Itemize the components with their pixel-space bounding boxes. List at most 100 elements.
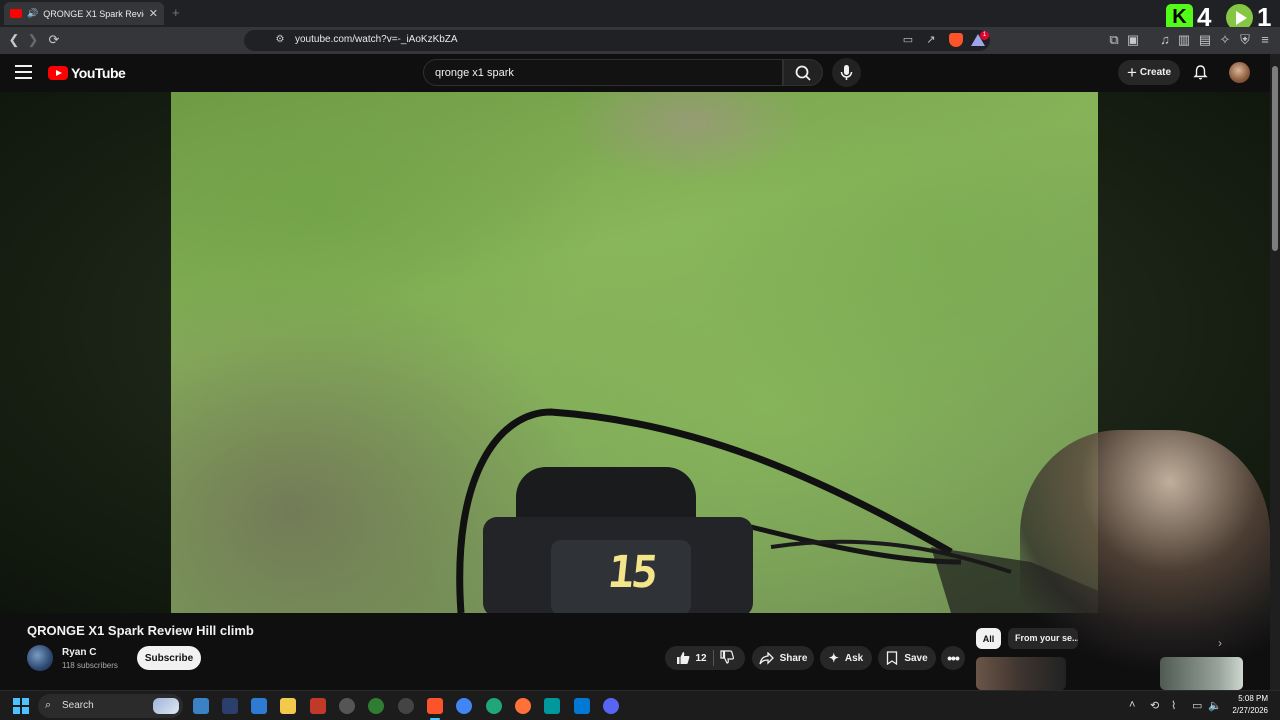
youtube-logo-text: YouTube: [71, 65, 126, 81]
edge-icon[interactable]: [486, 698, 502, 714]
youtube-header: YouTube qronge x1 spark + Create: [0, 54, 1270, 92]
notifications-bell-icon[interactable]: [1192, 64, 1209, 81]
guide-menu-icon[interactable]: [15, 65, 32, 79]
screenshot-icon[interactable]: ▣: [1125, 32, 1141, 48]
youtube-play-icon: [48, 66, 68, 80]
site-settings-icon[interactable]: ⚙: [272, 32, 288, 48]
bookmark-save-icon: [887, 651, 898, 665]
discord-icon[interactable]: [603, 698, 619, 714]
extensions-icon[interactable]: ⧉: [1106, 32, 1122, 48]
recommended-video-thumbnail-2[interactable]: [1160, 657, 1243, 690]
browser-toolbar: ❮ ❯ ⟳ ⊓ ⚙ youtube.com/watch?v=-_iAoKzKbZ…: [0, 27, 1280, 54]
brave-shields-icon[interactable]: [949, 33, 963, 47]
chrome-icon[interactable]: [456, 698, 472, 714]
address-bar[interactable]: ⚙ youtube.com/watch?v=-_iAoKzKbZA ▭ ↗ 1: [244, 30, 990, 51]
share-button[interactable]: Share: [752, 646, 814, 670]
voice-search-button[interactable]: [832, 58, 861, 87]
tray-display-icon[interactable]: ▭: [1192, 699, 1202, 712]
dislike-button[interactable]: [719, 649, 734, 667]
search-button[interactable]: [783, 59, 823, 86]
task-manager-icon[interactable]: [193, 698, 209, 714]
sparkle-icon: ✦: [828, 651, 839, 665]
remote-app-icon[interactable]: [251, 698, 267, 714]
taskbar-search-box[interactable]: ⌕ Search: [38, 694, 183, 718]
windows-taskbar: ⌕ Search ˄ ⟲ ⌇ ▭ 🔈 5:08 PM 2/27/2026: [0, 690, 1280, 720]
webcam-overlay: [1020, 430, 1270, 690]
wallet-icon[interactable]: ▤: [1197, 32, 1213, 48]
forward-icon[interactable]: ❯: [25, 32, 41, 48]
tray-sync-icon[interactable]: ⟲: [1150, 699, 1159, 712]
vscode-icon[interactable]: [574, 698, 590, 714]
like-dislike-group: 12: [665, 646, 745, 670]
video-editor-icon[interactable]: [310, 698, 326, 714]
chip-next-arrow-icon[interactable]: ›: [1218, 636, 1222, 650]
tray-overflow-icon[interactable]: ˄: [1129, 699, 1135, 711]
create-label: Create: [1139, 67, 1172, 78]
chip-all[interactable]: All: [976, 628, 1001, 649]
more-dots-icon: •••: [947, 650, 960, 666]
ask-button[interactable]: ✦ Ask: [820, 646, 872, 670]
vpn-icon[interactable]: ⛨: [1237, 32, 1253, 48]
subscriber-count: 118 subscribers: [62, 661, 118, 670]
video-title: QRONGE X1 Spark Review Hill climb: [27, 623, 254, 638]
browser-tab-strip: 🔊 QRONGE X1 Spark Review Hill ✕ + K 4 1: [0, 0, 1280, 32]
reload-icon[interactable]: ⟳: [46, 32, 62, 48]
file-explorer-icon[interactable]: [280, 698, 296, 714]
browser-tab[interactable]: 🔊 QRONGE X1 Spark Review Hill ✕: [4, 2, 164, 25]
video-player[interactable]: 15: [171, 92, 1098, 613]
plus-icon: +: [1126, 63, 1137, 82]
save-label: Save: [904, 652, 928, 664]
speaker-icon[interactable]: 🔊: [27, 8, 38, 19]
new-tab-button[interactable]: +: [172, 5, 180, 20]
page-scrollbar-thumb[interactable]: [1272, 66, 1278, 251]
tray-network-icon[interactable]: ⌇: [1171, 699, 1176, 712]
taskbar-search-placeholder: Search: [62, 700, 94, 711]
youtube-logo[interactable]: YouTube: [48, 65, 126, 81]
account-avatar[interactable]: [1229, 62, 1250, 83]
video-frame-scene: [456, 408, 1098, 613]
microphone-icon: [840, 65, 853, 80]
create-button[interactable]: + Create: [1118, 60, 1180, 85]
tab-close-icon[interactable]: ✕: [149, 7, 158, 20]
url-text: youtube.com/watch?v=-_iAoKzKbZA: [295, 34, 458, 45]
search-input-value: qronge x1 spark: [435, 67, 514, 79]
ms-store-icon[interactable]: [222, 698, 238, 714]
save-button[interactable]: Save: [878, 646, 936, 670]
cast-icon[interactable]: ▭: [900, 32, 916, 48]
sidebar-icon[interactable]: ▥: [1176, 32, 1192, 48]
search-highlight-image: [153, 698, 179, 714]
green-app-icon[interactable]: [368, 698, 384, 714]
arduino-icon[interactable]: [544, 698, 560, 714]
media-controls-icon[interactable]: ♫: [1157, 32, 1173, 48]
search-input[interactable]: qronge x1 spark: [423, 59, 783, 86]
thumbs-up-icon: [677, 652, 690, 664]
tab-title: QRONGE X1 Spark Review Hill: [43, 8, 144, 19]
ask-label: Ask: [844, 652, 864, 664]
menu-icon[interactable]: ≡: [1257, 32, 1273, 48]
share-icon: [758, 651, 774, 665]
windows-start-icon[interactable]: [13, 698, 29, 714]
taskbar-search-icon: ⌕: [45, 699, 52, 711]
taskbar-clock-time[interactable]: 5:08 PM: [1232, 694, 1268, 703]
thumbs-down-icon: [719, 649, 734, 664]
like-count: 12: [695, 652, 707, 664]
channel-avatar[interactable]: [27, 645, 53, 671]
share-page-icon[interactable]: ↗: [923, 32, 939, 48]
brave-browser-icon[interactable]: [427, 698, 443, 714]
recommended-video-thumbnail[interactable]: [976, 657, 1066, 690]
subscribe-button[interactable]: Subscribe: [137, 646, 201, 670]
tray-volume-icon[interactable]: 🔈: [1208, 699, 1222, 712]
channel-name[interactable]: Ryan C: [62, 647, 96, 658]
more-actions-button[interactable]: •••: [941, 646, 965, 670]
rewards-badge: 1: [980, 31, 989, 40]
clock-app-icon[interactable]: [339, 698, 355, 714]
taskbar-clock-date[interactable]: 2/27/2026: [1226, 706, 1268, 715]
firefox-icon[interactable]: [515, 698, 531, 714]
obs-icon[interactable]: [398, 698, 414, 714]
leo-ai-icon[interactable]: ✧: [1217, 32, 1233, 48]
brave-rewards-icon[interactable]: 1: [971, 31, 989, 48]
share-label: Share: [779, 652, 808, 664]
like-button[interactable]: 12: [676, 651, 707, 665]
chip-from-your-search[interactable]: From your se...: [1008, 628, 1078, 649]
back-icon[interactable]: ❮: [6, 32, 22, 48]
